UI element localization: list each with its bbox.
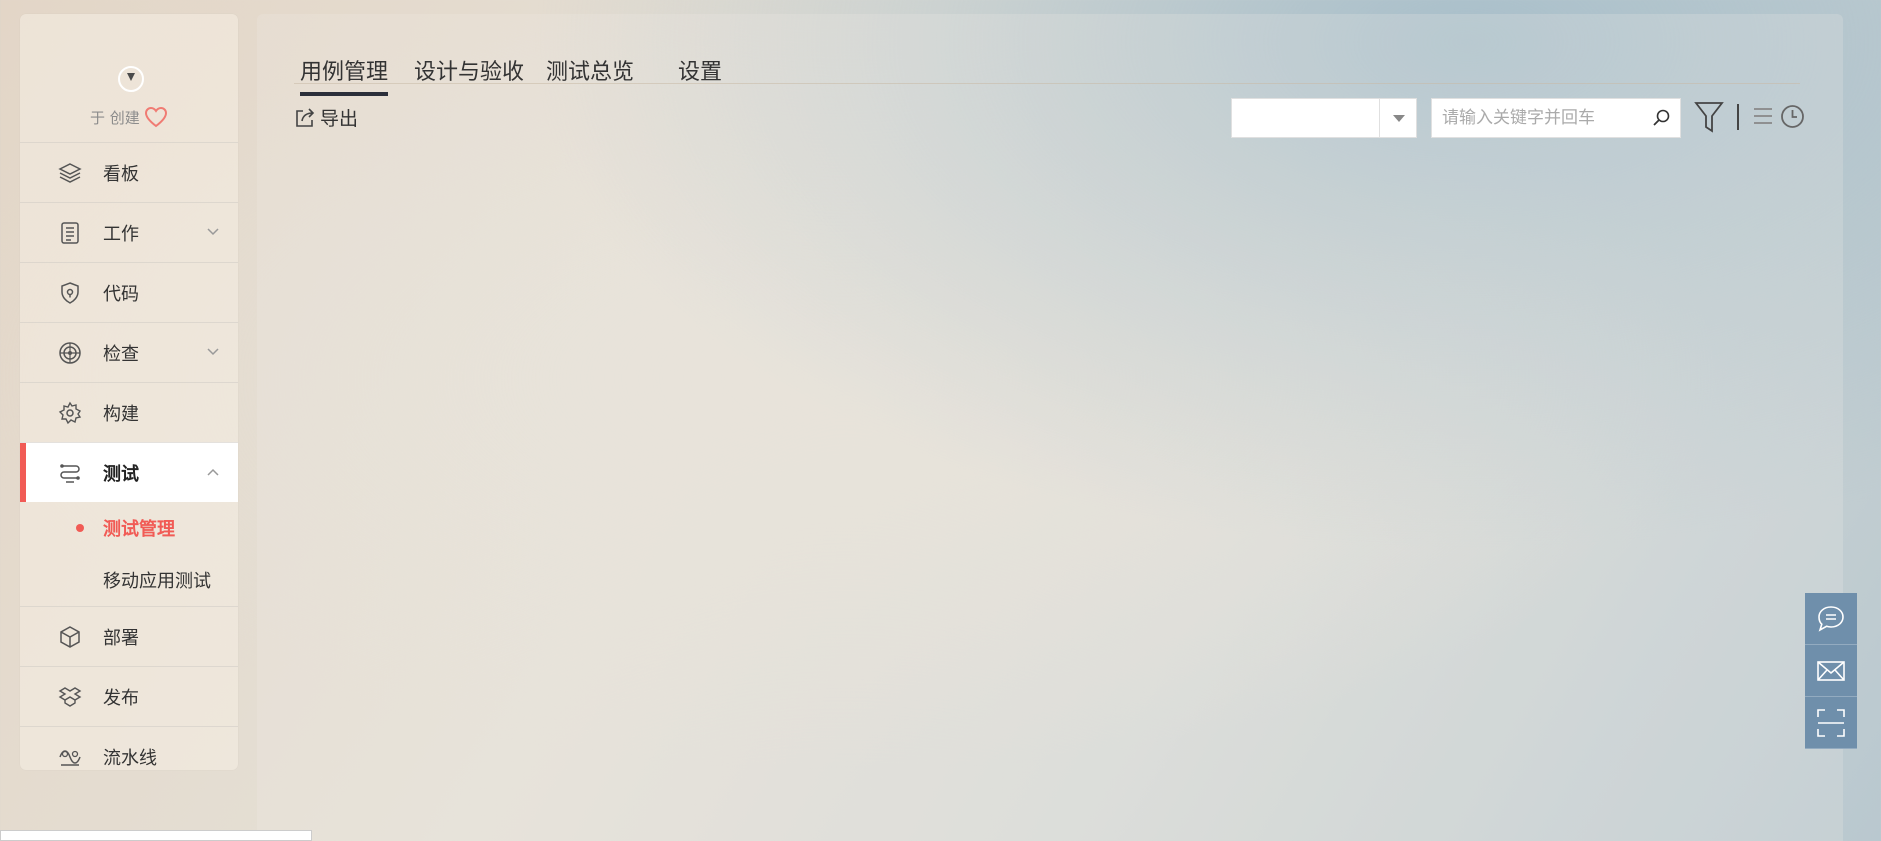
sidebar-subitem-label: 移动应用测试: [103, 571, 211, 592]
search-icon[interactable]: [1652, 108, 1672, 128]
project-logo-icon[interactable]: [118, 66, 144, 92]
chevron-down-icon[interactable]: [206, 227, 220, 237]
active-dot-icon: [76, 524, 84, 532]
export-icon: [296, 107, 315, 127]
sidebar-item-pipeline[interactable]: 流水线: [20, 726, 238, 770]
sidebar-item-label: 流水线: [103, 747, 157, 769]
sidebar-subitem-label: 测试管理: [103, 519, 175, 540]
sidebar-header: 于 创建: [20, 14, 238, 142]
dropdown-arrow-icon[interactable]: [1379, 99, 1416, 137]
sidebar-item-code[interactable]: 代码: [20, 262, 238, 322]
sidebar-subitem-mobile-test[interactable]: 移动应用测试: [20, 554, 238, 606]
sidebar-item-label: 发布: [103, 687, 139, 709]
sidebar-item-label: 检查: [103, 343, 139, 365]
sidebar-item-inspect[interactable]: 检查: [20, 322, 238, 382]
list-view-icon[interactable]: [1752, 104, 1774, 128]
export-button[interactable]: 导出: [294, 104, 358, 131]
sidebar-item-test[interactable]: 测试: [20, 442, 238, 502]
sidebar-item-label: 工作: [103, 223, 139, 245]
chevron-up-icon[interactable]: [206, 467, 220, 477]
sidebar-item-build[interactable]: 构建: [20, 382, 238, 442]
search-input[interactable]: [1432, 99, 1642, 137]
screenshot-button[interactable]: [1805, 697, 1857, 749]
toolbar-divider: [1737, 104, 1739, 130]
filter-select[interactable]: [1231, 98, 1417, 138]
tab-design-acceptance[interactable]: 设计与验收: [414, 54, 524, 86]
clock-icon[interactable]: [1780, 104, 1805, 129]
cube-icon: [60, 626, 80, 648]
sidebar-item-label: 构建: [103, 403, 139, 425]
sidebar-item-label: 测试: [103, 463, 139, 485]
chat-button[interactable]: [1805, 593, 1857, 645]
sidebar-item-label: 部署: [103, 627, 139, 649]
test-flow-icon: [60, 464, 80, 483]
sidebar-item-label: 看板: [103, 163, 139, 185]
search-box: [1431, 98, 1681, 138]
pipeline-icon: [59, 750, 81, 766]
tab-test-overview[interactable]: 测试总览: [546, 54, 634, 86]
sidebar-item-work[interactable]: 工作: [20, 202, 238, 262]
heart-icon[interactable]: [144, 106, 168, 128]
creator-text: 于 创建: [90, 108, 140, 127]
chevron-down-icon[interactable]: [206, 347, 220, 357]
status-tooltip: [0, 830, 312, 841]
code-shield-icon: [61, 282, 79, 304]
sidebar-item-deploy[interactable]: 部署: [20, 606, 238, 666]
tab-bar: 用例管理 设计与验收 测试总览 设置: [294, 34, 1800, 96]
layers-icon: [58, 163, 82, 183]
sidebar-subitem-test-management[interactable]: 测试管理: [20, 502, 238, 554]
tab-case-management[interactable]: 用例管理: [300, 54, 389, 96]
floating-toolbar: [1805, 593, 1857, 749]
package-icon: [58, 687, 82, 707]
document-list-icon: [61, 222, 79, 244]
sidebar-item-release[interactable]: 发布: [20, 666, 238, 726]
chat-icon: [1818, 605, 1844, 632]
sidebar: 于 创建 看板 工作 代码 检查 构建 测试 测试管理 移动应用测试 部署 发布…: [20, 14, 238, 770]
gear-icon: [58, 401, 82, 425]
radar-icon: [59, 342, 81, 364]
mail-button[interactable]: [1805, 645, 1857, 697]
main-panel: 用例管理 设计与验收 测试总览 设置 导出: [257, 14, 1843, 841]
creator-info: 于 创建: [90, 106, 168, 128]
screenshot-icon: [1817, 708, 1845, 737]
tab-settings[interactable]: 设置: [678, 54, 722, 86]
sidebar-item-label: 代码: [103, 283, 139, 305]
sidebar-item-kanban[interactable]: 看板: [20, 142, 238, 202]
mail-icon: [1817, 660, 1845, 681]
filter-icon[interactable]: [1694, 100, 1724, 134]
export-label: 导出: [320, 108, 359, 130]
